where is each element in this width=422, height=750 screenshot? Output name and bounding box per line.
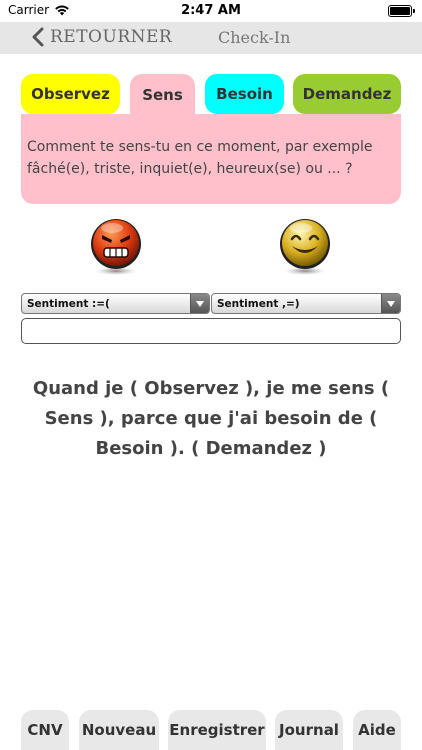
nouveau-button[interactable]: Nouveau	[79, 710, 159, 750]
tab-demandez[interactable]: Demandez	[293, 74, 401, 114]
panel-prompt-text: Comment te sens-tu en ce moment, par exe…	[27, 139, 373, 177]
angry-face-icon[interactable]	[88, 216, 144, 276]
tab-besoin[interactable]: Besoin	[205, 74, 284, 114]
chevron-down-icon	[190, 294, 209, 313]
happy-face-icon[interactable]	[277, 216, 333, 276]
aide-button[interactable]: Aide	[353, 710, 401, 750]
chevron-down-icon	[381, 294, 400, 313]
tab-observez[interactable]: Observez	[21, 74, 120, 114]
tab-sens[interactable]: Sens	[130, 74, 195, 116]
feeling-positive-select[interactable]: Sentiment ,=)	[211, 293, 401, 314]
journal-button[interactable]: Journal	[275, 710, 343, 750]
chevron-left-icon	[32, 27, 44, 47]
feeling-positive-value: Sentiment ,=)	[217, 297, 300, 310]
sens-panel: Comment te sens-tu en ce moment, par exe…	[21, 114, 401, 204]
status-time: 2:47 AM	[181, 3, 241, 18]
feeling-input[interactable]	[21, 318, 401, 344]
cnv-button[interactable]: CNV	[21, 710, 69, 750]
back-button[interactable]: RETOURNER	[30, 27, 172, 47]
page-title: Check-In	[218, 28, 291, 47]
feeling-negative-select[interactable]: Sentiment :=(	[21, 293, 210, 314]
feeling-negative-value: Sentiment :=(	[27, 297, 110, 310]
nav-bar: RETOURNER Check-In	[0, 22, 422, 54]
summary-sentence: Quand je ( Observez ), je me sens ( Sens…	[32, 378, 390, 459]
battery-icon	[388, 5, 415, 17]
enregistrer-button[interactable]: Enregistrer	[168, 710, 266, 750]
back-label: RETOURNER	[50, 27, 173, 47]
status-bar: Carrier 2:47 AM	[0, 0, 422, 22]
